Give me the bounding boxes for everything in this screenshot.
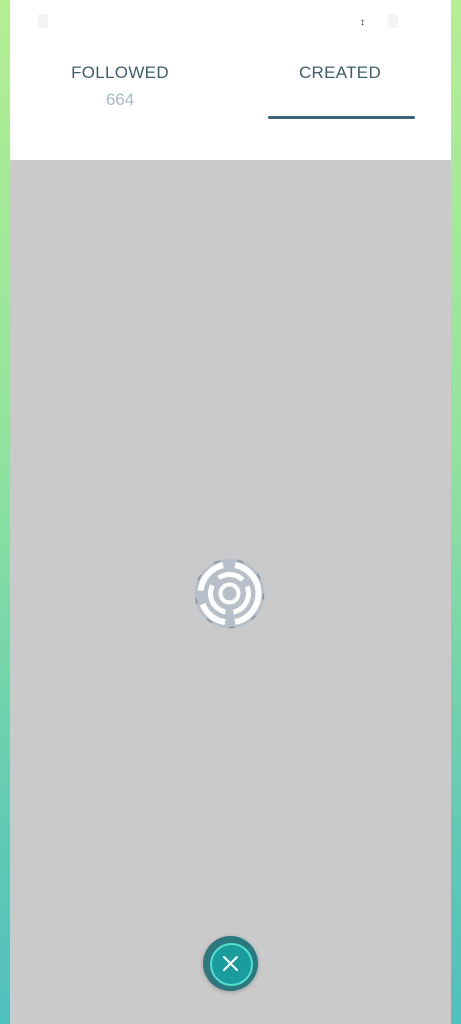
selected-tab-indicator <box>268 116 415 119</box>
tab-created-label: CREATED <box>298 63 382 82</box>
tab-followed[interactable]: FOLLOWED 664 <box>10 62 230 110</box>
close-button[interactable] <box>203 936 258 991</box>
header: ↕ FOLLOWED 664 CREATED <box>10 0 451 160</box>
tab-followed-count: 664 <box>105 90 135 109</box>
tab-created[interactable]: CREATED <box>230 62 450 84</box>
status-sort-icon: ↕ <box>360 17 365 28</box>
tab-followed-label: FOLLOWED <box>71 63 169 82</box>
close-icon <box>223 956 238 971</box>
status-battery-icon <box>388 14 398 28</box>
app-frame: ↕ FOLLOWED 664 CREATED <box>10 0 451 1024</box>
loading-spinner-icon <box>194 558 265 629</box>
status-bar: ↕ <box>10 0 451 46</box>
status-left-icon <box>38 14 48 28</box>
